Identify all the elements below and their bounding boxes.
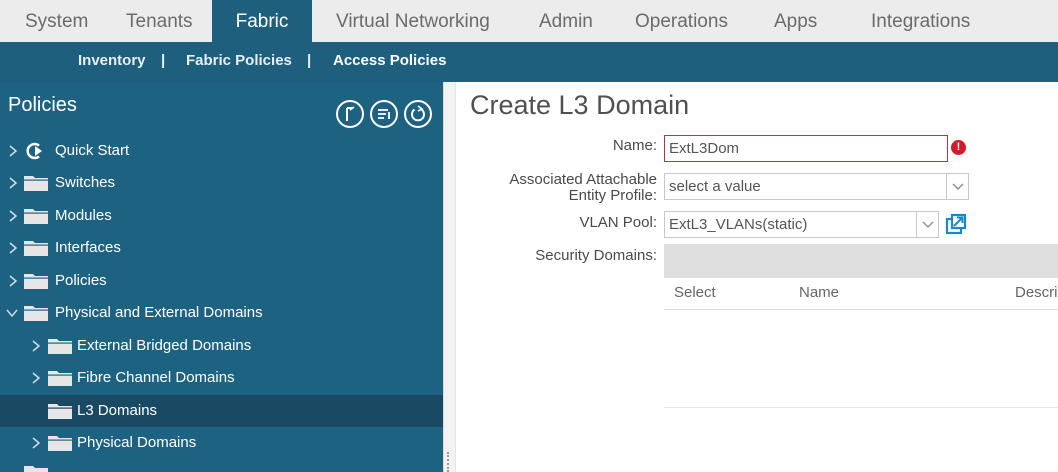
quick-start-icon bbox=[26, 142, 42, 160]
tree-item-interfaces[interactable]: Interfaces bbox=[0, 232, 443, 264]
filter-list-icon[interactable] bbox=[370, 100, 398, 128]
table-bottom-border bbox=[664, 407, 1058, 408]
name-field[interactable]: ExtL3Dom bbox=[664, 135, 948, 162]
tree-item-label: Switches bbox=[55, 174, 116, 191]
chevron-right-icon[interactable] bbox=[29, 338, 43, 354]
subnav-access-policies[interactable]: Access Policies bbox=[333, 42, 446, 80]
aaep-placeholder: select a value bbox=[669, 178, 761, 195]
refresh-icon[interactable] bbox=[404, 100, 432, 128]
splitter-grip[interactable] bbox=[447, 452, 451, 472]
panel-splitter[interactable] bbox=[443, 82, 456, 472]
chevron-right-icon[interactable] bbox=[6, 240, 20, 256]
tab-operations[interactable]: Operations bbox=[635, 0, 728, 42]
tree-item-label: Interfaces bbox=[55, 239, 121, 256]
error-icon: ! bbox=[951, 140, 966, 155]
tree-item-label: Physical and External Domains bbox=[55, 304, 263, 321]
sub-nav: Inventory | Fabric Policies | Access Pol… bbox=[0, 42, 1058, 82]
folder-icon bbox=[24, 241, 48, 256]
chevron-right-icon[interactable] bbox=[6, 273, 20, 289]
tree-item-physical-and-external-domains[interactable]: Physical and External Domains bbox=[0, 297, 443, 329]
chevron-right-icon[interactable] bbox=[29, 435, 43, 451]
flag-icon[interactable] bbox=[336, 100, 364, 128]
chevron-down-icon bbox=[922, 221, 934, 228]
tree-item-policies[interactable]: Policies bbox=[0, 265, 443, 297]
open-external-icon[interactable] bbox=[945, 213, 967, 235]
column-header-select[interactable]: Select bbox=[674, 284, 716, 301]
tab-virtual-networking[interactable]: Virtual Networking bbox=[336, 0, 490, 42]
tree-item-switches[interactable]: Switches bbox=[0, 167, 443, 199]
chevron-right-icon[interactable] bbox=[6, 175, 20, 191]
tree-item-label: Fibre Channel Domains bbox=[77, 369, 235, 386]
aaep-dropdown-button[interactable] bbox=[946, 174, 968, 199]
vlan-pool-dropdown-button[interactable] bbox=[916, 212, 938, 237]
tree-item-label: Physical Domains bbox=[77, 434, 197, 451]
tab-system[interactable]: System bbox=[25, 0, 88, 42]
tab-fabric[interactable]: Fabric bbox=[212, 0, 312, 42]
subnav-inventory[interactable]: Inventory bbox=[78, 42, 146, 80]
folder-icon bbox=[24, 274, 48, 289]
security-domains-label: Security Domains: bbox=[535, 247, 657, 264]
name-label: Name: bbox=[612, 137, 657, 154]
folder-icon bbox=[24, 209, 48, 224]
chevron-right-icon[interactable] bbox=[6, 208, 20, 224]
tree-item-fibre-channel-domains[interactable]: Fibre Channel Domains bbox=[0, 362, 443, 394]
sidebar-title: Policies bbox=[8, 94, 77, 116]
chevron-down-icon[interactable] bbox=[4, 305, 20, 321]
tab-integrations[interactable]: Integrations bbox=[871, 0, 970, 42]
aaep-label: Associated Attachable Entity Profile: bbox=[509, 172, 657, 204]
vlan-pool-select[interactable]: ExtL3_VLANs(static) bbox=[664, 211, 939, 238]
subnav-fabric-policies[interactable]: Fabric Policies bbox=[186, 42, 292, 80]
security-domains-toolbar bbox=[664, 244, 1058, 278]
vlan-pool-label: VLAN Pool: bbox=[579, 214, 657, 231]
tree-item-label: L3 Domains bbox=[77, 402, 158, 419]
tree-item-label: Policies bbox=[55, 272, 107, 289]
top-nav: System Tenants Fabric Virtual Networking… bbox=[0, 0, 1058, 42]
column-header-name[interactable]: Name bbox=[799, 284, 839, 301]
subnav-separator: | bbox=[161, 52, 166, 69]
page-title: Create L3 Domain bbox=[470, 90, 690, 120]
aaep-label-line2: Entity Profile: bbox=[568, 187, 657, 204]
tree-item-quick-start[interactable]: Quick Start bbox=[0, 135, 443, 167]
folder-icon bbox=[48, 436, 72, 451]
aaep-select[interactable]: select a value bbox=[664, 173, 969, 200]
folder-icon bbox=[48, 404, 72, 419]
folder-icon bbox=[24, 466, 48, 472]
folder-icon bbox=[24, 306, 48, 321]
tree-item-label: Quick Start bbox=[55, 142, 130, 159]
tree-item-physical-domains[interactable]: Physical Domains bbox=[0, 427, 443, 459]
tree-item-l3-domains[interactable]: L3 Domains bbox=[0, 395, 443, 427]
tree-item-external-bridged-domains[interactable]: External Bridged Domains bbox=[0, 330, 443, 362]
chevron-down-icon bbox=[952, 183, 964, 190]
vlan-pool-value: ExtL3_VLANs(static) bbox=[669, 216, 808, 233]
sidebar: Policies Quick Start Switches Modules In… bbox=[0, 82, 443, 472]
tree-item-label: Modules bbox=[55, 207, 112, 224]
folder-icon bbox=[48, 339, 72, 354]
column-header-description[interactable]: Descri bbox=[1015, 284, 1058, 301]
tab-apps[interactable]: Apps bbox=[774, 0, 817, 42]
tree-item-label: External Bridged Domains bbox=[77, 337, 252, 354]
create-l3-domain-form: Create L3 Domain Name: ExtL3Dom ! Associ… bbox=[457, 82, 1058, 472]
tab-tenants[interactable]: Tenants bbox=[126, 0, 193, 42]
subnav-separator: | bbox=[307, 52, 312, 69]
folder-icon bbox=[24, 176, 48, 191]
aaep-label-line1: Associated Attachable bbox=[509, 171, 657, 188]
tree-item-modules[interactable]: Modules bbox=[0, 200, 443, 232]
chevron-right-icon[interactable] bbox=[6, 143, 20, 159]
folder-icon bbox=[48, 371, 72, 386]
tab-admin[interactable]: Admin bbox=[539, 0, 593, 42]
table-header-divider bbox=[664, 309, 1058, 310]
chevron-right-icon[interactable] bbox=[29, 370, 43, 386]
